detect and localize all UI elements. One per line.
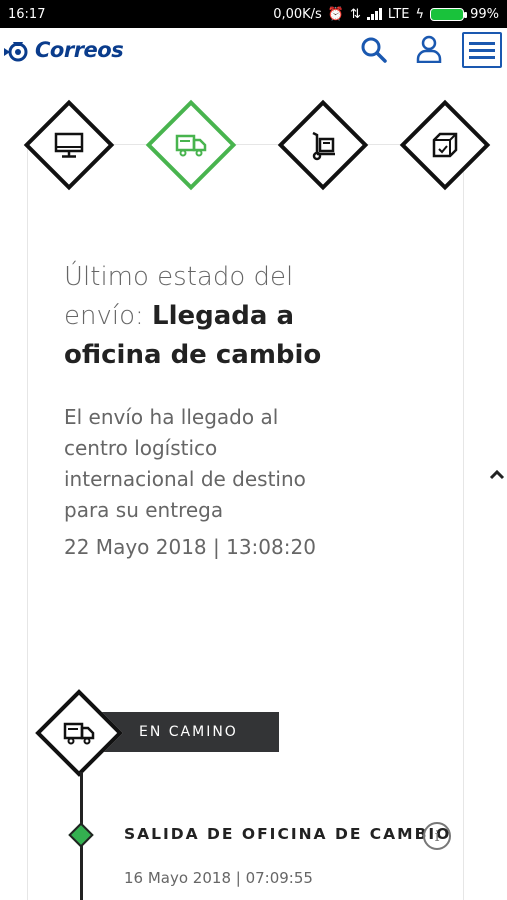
network-speed: 0,00K/s	[273, 6, 322, 22]
user-icon[interactable]	[416, 35, 442, 63]
package-icon	[432, 132, 458, 158]
hand-truck-icon	[312, 131, 335, 161]
brand-name: Correos	[35, 38, 124, 62]
horn-icon	[4, 42, 28, 62]
event-title: SALIDA DE OFICINA DE CAMBIO	[124, 825, 452, 843]
status-heading: Último estado del envío: Llegada a ofici…	[64, 258, 344, 375]
data-arrows-icon: ⇅	[350, 6, 361, 22]
chevron-up-icon[interactable]	[489, 468, 505, 480]
search-icon[interactable]	[360, 36, 388, 64]
info-icon[interactable]: i	[423, 822, 451, 850]
app-root: 16:17 0,00K/s ⏰ ⇅ LTE ϟ 99% Correos Últi…	[0, 0, 507, 900]
status-bar: 16:17 0,00K/s ⏰ ⇅ LTE ϟ 99%	[0, 0, 507, 28]
menu-button[interactable]	[462, 32, 502, 68]
truck-icon	[63, 722, 95, 745]
signal-icon	[366, 8, 382, 20]
event-date: 16 Mayo 2018 | 07:09:55	[124, 869, 313, 887]
monitor-icon	[54, 132, 84, 158]
network-type: LTE	[387, 6, 410, 22]
alarm-icon: ⏰	[327, 6, 344, 22]
battery-level: 99%	[470, 6, 499, 22]
phase-label: EN CAMINO	[139, 724, 238, 740]
menu-bar	[469, 48, 495, 52]
correos-logo[interactable]: Correos	[4, 38, 124, 62]
menu-bar	[469, 41, 495, 45]
status-date: 22 Mayo 2018 | 13:08:20	[64, 535, 316, 559]
status-icons: 0,00K/s ⏰ ⇅ LTE ϟ 99%	[273, 7, 499, 22]
status-summary: Último estado del envío: Llegada a ofici…	[64, 258, 344, 375]
charging-icon: ϟ	[415, 6, 425, 22]
truck-icon	[175, 134, 207, 157]
clock: 16:17	[8, 6, 46, 22]
steps-connector	[60, 144, 450, 145]
status-description: El envío ha llegado al centro logístico …	[64, 405, 306, 522]
battery-icon	[430, 7, 468, 21]
app-header: Correos	[0, 28, 507, 78]
menu-bar	[469, 55, 495, 59]
